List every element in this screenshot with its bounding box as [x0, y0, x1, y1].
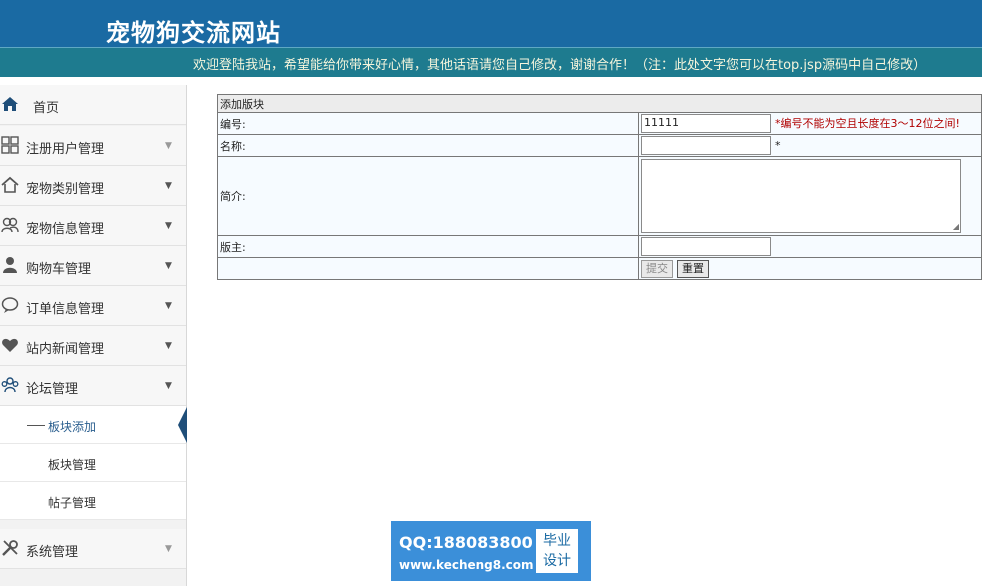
- sidebar-item-label: 宠物类别管理: [26, 182, 105, 197]
- sidebar-item-label: 订单信息管理: [26, 302, 105, 317]
- subitem-add-board[interactable]: 板块添加: [0, 406, 186, 444]
- chevron-down-icon: ▼: [165, 181, 172, 191]
- sidebar: 首页 注册用户管理 ▼ 宠物类别管理 ▼ 宠物信息管理 ▼ 购物车管理 ▼ 订单…: [0, 85, 187, 586]
- code-error: *编号不能为空且长度在3～12位之间!: [775, 116, 960, 130]
- buttons-cell: 提交 重置: [638, 257, 982, 280]
- sidebar-item-news[interactable]: 站内新闻管理 ▼: [0, 326, 186, 366]
- home-outline-icon: [0, 176, 20, 196]
- intro-textarea[interactable]: ◢: [641, 159, 961, 233]
- code-input[interactable]: 11111: [641, 114, 771, 133]
- header-banner: 宠物狗交流网站 欢迎登陆我站，希望能给你带来好心情，其他话语请您自己修改，谢谢合…: [0, 0, 982, 77]
- chevron-down-icon: ▼: [165, 221, 172, 231]
- sidebar-item-pet-category[interactable]: 宠物类别管理 ▼: [0, 166, 186, 206]
- chevron-down-icon: ▼: [165, 381, 172, 391]
- chevron-down-icon: ▼: [165, 341, 172, 351]
- chevron-down-icon: ▼: [165, 141, 172, 151]
- submit-button[interactable]: 提交: [641, 259, 673, 278]
- chevron-down-icon: ▼: [165, 261, 172, 271]
- tools-icon: [0, 539, 20, 559]
- watermark-badge: 毕业 设计: [536, 529, 578, 573]
- owner-label: 版主:: [217, 235, 639, 258]
- sidebar-item-label: 论坛管理: [26, 382, 79, 397]
- subitem-manage-board[interactable]: 板块管理: [0, 444, 186, 482]
- resize-grip-icon[interactable]: ◢: [953, 222, 959, 231]
- sidebar-item-label: 注册用户管理: [26, 142, 105, 157]
- user-icon: [0, 256, 20, 276]
- site-title: 宠物狗交流网站: [106, 18, 281, 47]
- group-icon: [0, 376, 20, 396]
- sidebar-item-forum[interactable]: 论坛管理 ▼: [0, 366, 186, 406]
- sidebar-item-system[interactable]: 系统管理 ▼: [0, 529, 186, 569]
- owner-input[interactable]: [641, 237, 771, 256]
- chevron-down-icon: ▼: [165, 301, 172, 311]
- subitem-label: 板块管理: [48, 458, 97, 472]
- watermark-overlay: QQ:188083800 www.kecheng8.com 毕业 设计: [391, 521, 591, 581]
- sidebar-item-orders[interactable]: 订单信息管理 ▼: [0, 286, 186, 326]
- empty-cell: [217, 257, 639, 280]
- code-cell: 11111 *编号不能为空且长度在3～12位之间!: [638, 112, 982, 135]
- sidebar-item-label: 系统管理: [26, 545, 79, 560]
- users-icon: [0, 216, 20, 236]
- sidebar-item-pet-info[interactable]: 宠物信息管理 ▼: [0, 206, 186, 246]
- subitem-label: 板块添加: [48, 420, 97, 434]
- name-required-mark: *: [775, 138, 781, 152]
- active-indicator: [178, 407, 187, 443]
- subitem-label: 帖子管理: [48, 496, 97, 510]
- owner-cell: [638, 235, 982, 258]
- watermark-qq: QQ:188083800: [399, 533, 533, 552]
- home-icon: [0, 95, 20, 115]
- sidebar-item-label: 购物车管理: [26, 262, 92, 277]
- sidebar-item-users[interactable]: 注册用户管理 ▼: [0, 126, 186, 166]
- grid-icon: [0, 136, 20, 156]
- name-cell: *: [638, 134, 982, 157]
- sidebar-item-label: 首页: [33, 101, 60, 116]
- badge-line1: 毕业: [543, 533, 571, 549]
- name-input[interactable]: [641, 136, 771, 155]
- sidebar-item-cart[interactable]: 购物车管理 ▼: [0, 246, 186, 286]
- intro-cell: ◢: [638, 156, 982, 236]
- heart-icon: [0, 336, 20, 356]
- chat-icon: [0, 296, 20, 316]
- name-label: 名称:: [217, 134, 639, 157]
- subitem-manage-posts[interactable]: 帖子管理: [0, 482, 186, 520]
- sidebar-item-home[interactable]: 首页: [0, 85, 186, 125]
- sidebar-item-label: 站内新闻管理: [26, 342, 105, 357]
- chevron-down-icon: ▼: [165, 544, 172, 554]
- form-table: 添加版块 编号: 11111 *编号不能为空且长度在3～12位之间! 名称: * …: [217, 94, 982, 280]
- intro-label: 简介:: [217, 156, 639, 236]
- reset-button[interactable]: 重置: [677, 259, 709, 278]
- form-caption: 添加版块: [217, 94, 982, 113]
- tree-branch: [27, 425, 45, 426]
- code-label: 编号:: [217, 112, 639, 135]
- badge-line2: 设计: [543, 553, 571, 569]
- sidebar-item-label: 宠物信息管理: [26, 222, 105, 237]
- add-board-form: 添加版块 编号: 11111 *编号不能为空且长度在3～12位之间! 名称: * …: [217, 94, 982, 280]
- welcome-text: 欢迎登陆我站，希望能给你带来好心情，其他话语请您自己修改，谢谢合作！（注：此处文…: [193, 58, 927, 73]
- welcome-marquee: 欢迎登陆我站，希望能给你带来好心情，其他话语请您自己修改，谢谢合作！（注：此处文…: [0, 47, 982, 77]
- watermark-url: www.kecheng8.com: [399, 558, 534, 572]
